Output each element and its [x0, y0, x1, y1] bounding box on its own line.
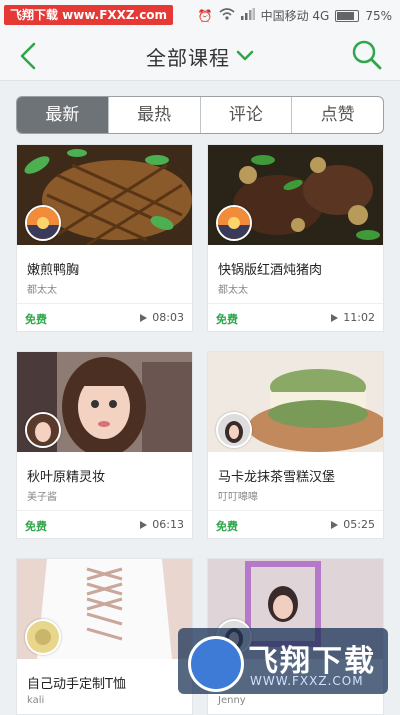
course-title: 嫩煎鸭胸 — [27, 263, 80, 278]
duration: 11:02 — [331, 311, 375, 324]
price-label: 免费 — [25, 520, 47, 533]
alarm-icon: ⏰ — [197, 9, 213, 23]
course-card[interactable]: 自己动手定制T恤 kali — [16, 558, 193, 715]
author-avatar — [25, 412, 61, 448]
card-footer: 免费 06:13 — [17, 510, 192, 539]
battery-icon — [335, 10, 360, 22]
search-icon — [352, 40, 382, 70]
play-icon — [331, 313, 339, 322]
duration: 06:13 — [140, 518, 184, 531]
chevron-down-icon — [236, 50, 254, 61]
header: 全部课程 — [0, 32, 400, 81]
author-avatar — [216, 412, 252, 448]
battery-level: 75% — [365, 9, 392, 23]
course-title: 秋叶原精灵妆 — [27, 470, 106, 485]
author-avatar — [25, 619, 61, 655]
course-author: 都太太 — [218, 285, 248, 296]
tab-comments[interactable]: 评论 — [201, 97, 293, 133]
status-right: ⏰ 中国移动 4G 75% — [198, 0, 392, 32]
status-bar: 飞翔下载 www.FXXZ.com ⏰ 中国移动 4G 75% — [0, 0, 400, 32]
play-icon — [331, 520, 339, 529]
price-label: 免费 — [216, 313, 238, 326]
wifi-icon — [219, 0, 235, 32]
course-card[interactable]: 快锅版红酒炖猪肉 都太太 免费 11:02 — [207, 144, 384, 332]
price-label: 免费 — [216, 520, 238, 533]
watermark-top: 飞翔下载 www.FXXZ.com — [4, 5, 174, 25]
category-dropdown[interactable]: 全部课程 — [0, 32, 400, 80]
author-avatar — [216, 205, 252, 241]
duration: 08:03 — [140, 311, 184, 324]
carrier-label: 中国移动 4G — [260, 9, 330, 23]
course-title: 快锅版红酒炖猪肉 — [218, 263, 323, 278]
course-title: 自己动手定制T恤 — [27, 677, 126, 692]
play-icon — [140, 313, 148, 322]
play-icon — [140, 520, 148, 529]
tab-likes[interactable]: 点赞 — [292, 97, 383, 133]
course-title: 马卡龙抹茶雪糕汉堡 — [218, 470, 336, 485]
duration: 05:25 — [331, 518, 375, 531]
page-title: 全部课程 — [146, 45, 230, 70]
tab-newest[interactable]: 最新 — [17, 97, 109, 133]
course-card[interactable]: 嫩煎鸭胸 都太太 免费 08:03 — [16, 144, 193, 332]
course-author: kali — [27, 695, 45, 706]
search-button[interactable] — [350, 38, 384, 72]
duration-text: 05:25 — [343, 518, 375, 531]
duration-text: 08:03 — [152, 311, 184, 324]
tab-hottest[interactable]: 最热 — [109, 97, 201, 133]
author-avatar — [25, 205, 61, 241]
course-card[interactable]: 马卡龙抹茶雪糕汉堡 叮叮嗥嗥 免费 05:25 — [207, 351, 384, 539]
duration-text: 06:13 — [152, 518, 184, 531]
course-author: Jenny — [218, 695, 246, 706]
sort-tabs: 最新 最热 评论 点赞 — [16, 96, 384, 134]
watermark-url: WWW.FXXZ.COM — [250, 674, 364, 688]
price-label: 免费 — [25, 313, 47, 326]
watermark-overlay: 飞翔下载 WWW.FXXZ.COM — [178, 628, 388, 694]
signal-icon — [240, 0, 255, 32]
course-card[interactable]: 秋叶原精灵妆 美子酱 免费 06:13 — [16, 351, 193, 539]
card-footer: 免费 05:25 — [208, 510, 383, 539]
watermark-logo-icon — [188, 636, 244, 692]
course-author: 美子酱 — [27, 492, 57, 503]
card-footer: 免费 11:02 — [208, 303, 383, 332]
duration-text: 11:02 — [343, 311, 375, 324]
card-footer: 免费 08:03 — [17, 303, 192, 332]
course-author: 都太太 — [27, 285, 57, 296]
course-author: 叮叮嗥嗥 — [218, 492, 258, 503]
